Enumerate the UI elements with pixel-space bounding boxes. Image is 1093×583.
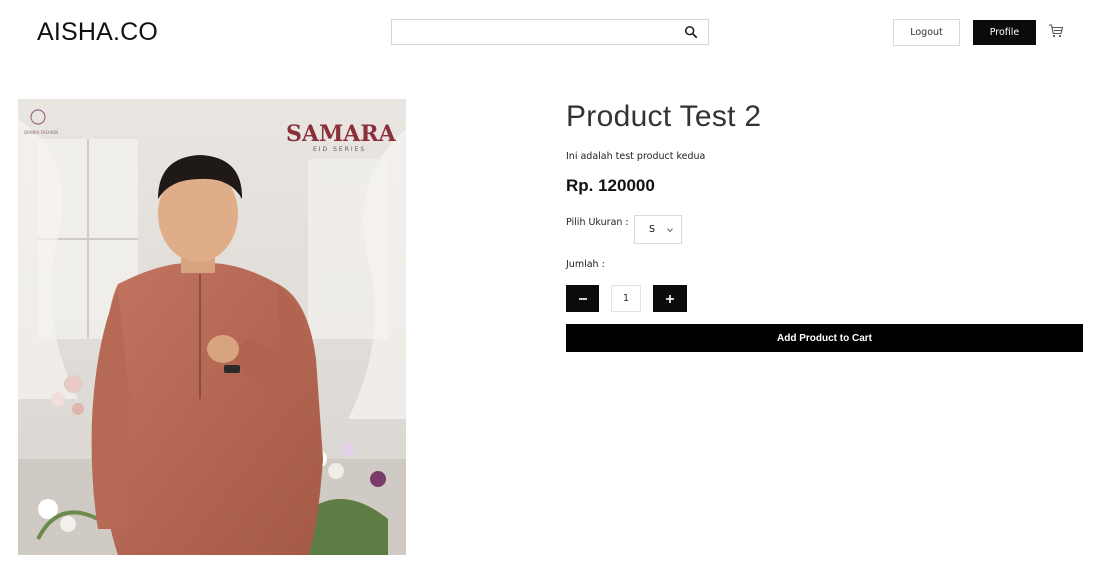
image-series-text: EID SERIES	[313, 146, 366, 153]
decrease-quantity-button[interactable]	[566, 285, 599, 312]
logout-button[interactable]: Logout	[893, 19, 960, 46]
minus-icon	[578, 297, 587, 300]
brand-logo[interactable]: AISHA.CO	[37, 18, 158, 47]
cart-icon[interactable]	[1048, 23, 1064, 39]
product-title: Product Test 2	[566, 100, 762, 133]
plus-icon	[666, 294, 674, 303]
add-to-cart-button[interactable]: Add Product to Cart	[566, 324, 1083, 352]
quantity-label: Jumlah :	[566, 259, 605, 270]
search-icon[interactable]	[684, 25, 698, 39]
quantity-input[interactable]	[611, 285, 641, 312]
profile-button[interactable]: Profile	[973, 20, 1036, 45]
product-image: QIANKA FASHION SAMARA EID SERIES	[18, 99, 406, 555]
size-label: Pilih Ukuran :	[566, 217, 629, 228]
chevron-down-icon	[667, 228, 673, 233]
image-logo-text: QIANKA FASHION	[24, 130, 58, 135]
search-bar	[391, 19, 709, 45]
size-selected-value: S	[649, 224, 656, 235]
increase-quantity-button[interactable]	[653, 285, 687, 312]
search-input[interactable]	[392, 20, 672, 44]
product-description: Ini adalah test product kedua	[566, 151, 706, 162]
size-select[interactable]: S	[634, 215, 682, 244]
product-price: Rp. 120000	[566, 176, 655, 195]
image-collection-text: SAMARA	[286, 121, 397, 147]
